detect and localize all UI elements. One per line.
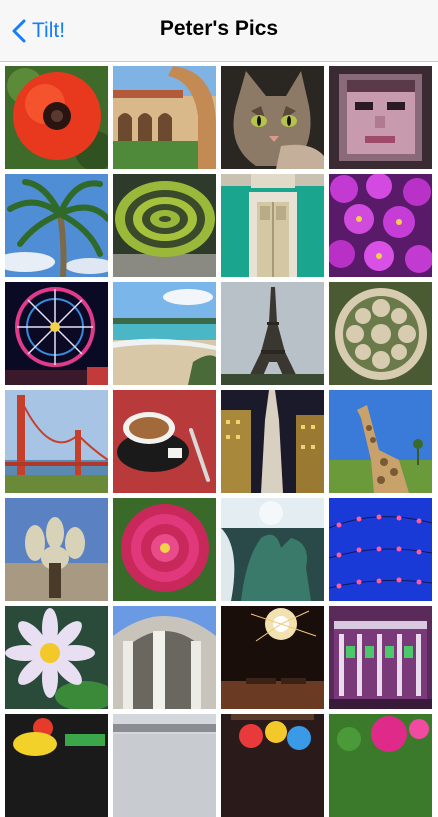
photo-thumbnail-poppy[interactable] (5, 66, 108, 169)
photo-thumbnail-beach[interactable] (113, 282, 216, 385)
photo-thumbnail-columned-facade[interactable] (329, 606, 432, 709)
photo-grid (5, 66, 433, 817)
photo-thumbnail-mosaic-face[interactable] (329, 66, 432, 169)
photo-thumbnail-rose-window[interactable] (329, 282, 432, 385)
photo-thumbnail-green-door[interactable] (221, 174, 324, 277)
photo-thumbnail-palm-tree[interactable] (5, 174, 108, 277)
photo-thumbnail-yellow-toy[interactable] (5, 714, 108, 817)
photo-thumbnail-skyscraper[interactable] (221, 390, 324, 493)
photo-thumbnail-dome-columns[interactable] (113, 606, 216, 709)
photo-thumbnail-espresso[interactable] (113, 390, 216, 493)
photo-thumbnail-pink-flowers[interactable] (329, 714, 432, 817)
photo-thumbnail-cocktails[interactable] (221, 714, 324, 817)
photo-thumbnail-arcade[interactable] (113, 66, 216, 169)
navigation-bar: Tilt! Peter's Pics (0, 0, 438, 62)
page-title: Peter's Pics (159, 17, 279, 40)
photo-thumbnail-water-lily[interactable] (5, 606, 108, 709)
photo-thumbnail-cat[interactable] (221, 66, 324, 169)
photo-thumbnail-string-lights[interactable] (329, 498, 432, 601)
photo-thumbnail-golden-gate[interactable] (5, 390, 108, 493)
photo-thumbnail-giraffe[interactable] (329, 390, 432, 493)
photo-thumbnail-hedge-maze[interactable] (113, 174, 216, 277)
photo-thumbnail-dahlia[interactable] (113, 498, 216, 601)
photo-thumbnail-cactus[interactable] (5, 498, 108, 601)
photo-thumbnail-gray-sky[interactable] (113, 714, 216, 817)
photo-thumbnail-eiffel-tower[interactable] (221, 282, 324, 385)
photo-thumbnail-fountain[interactable] (221, 498, 324, 601)
photo-thumbnail-ferris-wheel[interactable] (5, 282, 108, 385)
photo-thumbnail-fireworks[interactable] (221, 606, 324, 709)
photo-thumbnail-purple-flowers[interactable] (329, 174, 432, 277)
